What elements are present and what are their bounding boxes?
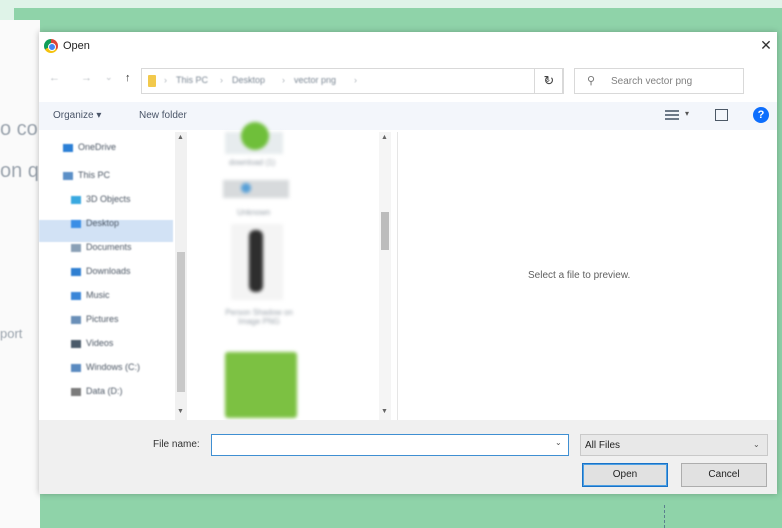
cancel-button[interactable]: Cancel [681, 463, 767, 487]
view-options-icon[interactable] [665, 110, 679, 120]
file-list-scrollbar[interactable]: ▲ ▼ [379, 132, 391, 420]
sidebar-item-data-d[interactable]: Data (D:) [71, 386, 123, 406]
file-type-select[interactable]: All Files ⌄ [580, 434, 768, 456]
navigation-pane: OneDrive This PC 3D Objects Desktop Document… [39, 132, 189, 420]
close-icon[interactable]: ✕ [757, 36, 775, 54]
dialog-title: Open [63, 40, 90, 52]
organize-menu-button[interactable]: Organize ▾ [53, 110, 101, 121]
dialog-footer: File name: ⌄ All Files ⌄ Open Cancel [39, 420, 777, 494]
scrollbar-thumb[interactable] [177, 252, 185, 392]
recent-locations-chevron-icon[interactable]: ⌄ [105, 72, 113, 83]
open-button[interactable]: Open [582, 463, 668, 487]
dialog-titlebar: Open ✕ [39, 32, 777, 60]
sidebar-item-documents[interactable]: Documents [71, 242, 132, 262]
folder-icon [71, 195, 81, 204]
scroll-up-arrow-icon[interactable]: ▲ [177, 134, 184, 141]
folder-icon [63, 143, 73, 152]
breadcrumb-vector-png[interactable]: vector png [294, 75, 336, 85]
forward-arrow-icon[interactable]: → [81, 72, 92, 84]
help-icon[interactable]: ? [753, 107, 769, 123]
scrollbar-thumb[interactable] [381, 212, 389, 250]
sidebar-item-music[interactable]: Music [71, 290, 110, 310]
sidebar-item-label: This PC [78, 170, 111, 180]
view-options-chevron-icon[interactable]: ▾ [685, 109, 689, 118]
folder-icon [71, 267, 81, 276]
breadcrumb-this-pc[interactable]: This PC [176, 75, 208, 85]
background-text-fragment: on q [0, 160, 39, 182]
file-name-input[interactable] [211, 434, 569, 456]
background-left-margin [0, 20, 40, 528]
sidebar-item-downloads[interactable]: Downloads [71, 266, 131, 286]
file-label[interactable]: Unknown [237, 208, 270, 217]
chrome-app-icon [44, 39, 58, 53]
sidebar-item-label: Music [86, 290, 110, 300]
navigation-bar: ← → ⌄ ↑ › This PC › Desktop › vector png… [39, 66, 777, 94]
folder-icon [71, 243, 81, 252]
command-toolbar: Organize ▾ New folder ▾ ? [39, 102, 777, 130]
sidebar-item-windows-c[interactable]: Windows (C:) [71, 362, 140, 382]
breadcrumb-separator: › [220, 75, 223, 85]
scroll-down-arrow-icon[interactable]: ▼ [381, 408, 388, 415]
sidebar-item-label: Documents [86, 242, 132, 252]
breadcrumb-separator: › [354, 75, 357, 85]
new-folder-button[interactable]: New folder [139, 110, 187, 121]
sidebar-item-label: Videos [86, 338, 114, 348]
folder-icon [71, 339, 81, 348]
file-list: download (1) Unknown Person Shadow on Im… [189, 122, 395, 420]
address-bar[interactable]: › This PC › Desktop › vector png › ⌄ [141, 68, 563, 94]
sidebar-item-label: Downloads [86, 266, 131, 276]
chevron-down-icon: ⌄ [753, 440, 760, 449]
sidebar-item-this-pc[interactable]: This PC [63, 170, 110, 190]
folder-icon [63, 171, 73, 180]
sidebar-item-label: OneDrive [78, 142, 117, 152]
file-name-dropdown-chevron-icon[interactable]: ⌄ [555, 438, 562, 447]
background-dashed-line [664, 505, 665, 528]
file-thumbnail[interactable] [225, 352, 297, 418]
sidebar-item-label: Pictures [86, 314, 119, 324]
sidebar-item-label: Windows (C:) [86, 362, 141, 372]
sidebar-item-desktop[interactable]: Desktop [71, 218, 119, 238]
navigation-pane-scrollbar[interactable]: ▲ ▼ [175, 132, 187, 420]
scroll-down-arrow-icon[interactable]: ▼ [177, 408, 184, 415]
sidebar-item-videos[interactable]: Videos [71, 338, 113, 358]
file-thumbnail[interactable] [225, 122, 283, 154]
sidebar-item-label: Desktop [86, 218, 120, 228]
search-box[interactable]: ⚲ [574, 68, 744, 94]
search-icon: ⚲ [587, 75, 596, 87]
breadcrumb-desktop[interactable]: Desktop [232, 75, 265, 85]
preview-pane-icon[interactable] [715, 109, 728, 121]
open-file-dialog: Open ✕ ← → ⌄ ↑ › This PC › Desktop › vec… [39, 32, 777, 494]
file-thumbnail[interactable] [223, 180, 289, 198]
file-thumbnail[interactable] [231, 224, 283, 300]
up-arrow-icon[interactable]: ↑ [125, 72, 131, 84]
folder-icon [148, 75, 156, 87]
sidebar-item-3d-objects[interactable]: 3D Objects [71, 194, 131, 214]
breadcrumb-separator: › [164, 75, 167, 85]
folder-icon [71, 291, 81, 300]
file-type-value: All Files [585, 440, 621, 451]
background-text-fragment: port [0, 326, 23, 341]
file-name-label: File name: [153, 439, 200, 450]
sidebar-item-label: 3D Objects [86, 194, 131, 204]
folder-icon [71, 387, 81, 396]
folder-icon [71, 363, 81, 372]
scroll-up-arrow-icon[interactable]: ▲ [381, 134, 388, 141]
folder-icon [71, 315, 81, 324]
folder-icon [71, 219, 81, 228]
sidebar-item-pictures[interactable]: Pictures [71, 314, 119, 334]
file-label[interactable]: Person Shadow on Image PNG [219, 308, 299, 326]
file-label[interactable]: download (1) [229, 158, 275, 167]
sidebar-item-onedrive[interactable]: OneDrive [63, 142, 116, 162]
sidebar-item-label: Data (D:) [86, 386, 123, 396]
preview-placeholder-text: Select a file to preview. [528, 270, 631, 281]
breadcrumb-separator: › [282, 75, 285, 85]
refresh-icon[interactable]: ↻ [534, 68, 564, 94]
background-text-fragment: o co [0, 118, 38, 140]
preview-pane: Select a file to preview. [397, 132, 777, 420]
search-input[interactable] [611, 73, 739, 89]
back-arrow-icon[interactable]: ← [49, 72, 60, 84]
